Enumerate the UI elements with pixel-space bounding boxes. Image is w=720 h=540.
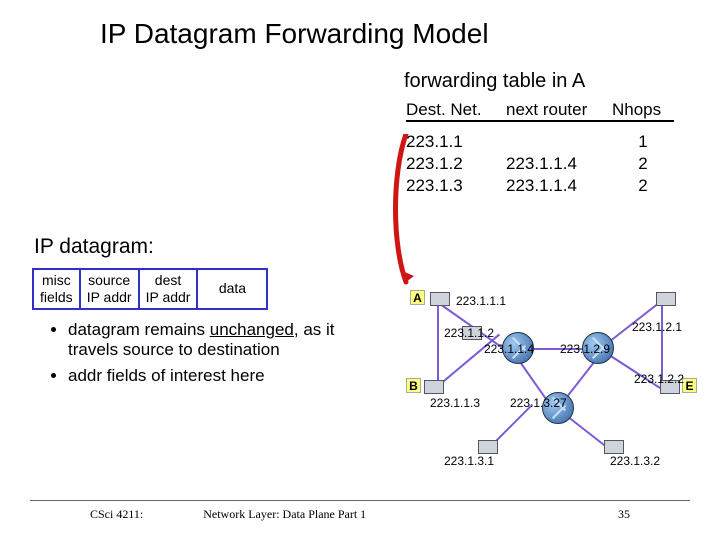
host-icon — [478, 440, 498, 454]
cell-hops: 2 — [612, 176, 674, 196]
dg-dest: dest IP addr — [140, 268, 199, 310]
footer-left: CSci 4211: — [90, 507, 143, 522]
bullet-item: datagram remains unchanged, as it travel… — [68, 320, 380, 360]
ip-label: 223.1.1.2 — [444, 326, 494, 340]
col-dest: Dest. Net. — [406, 100, 506, 120]
ip-label: 223.1.1.4 — [484, 342, 534, 356]
dg-source: source IP addr — [81, 268, 140, 310]
dg-data: data — [198, 268, 268, 310]
dg-text: dest — [146, 272, 191, 289]
dg-text: source — [87, 272, 132, 289]
ip-label: 223.1.2.2 — [634, 372, 684, 386]
table-row: 223.1.1 1 — [406, 132, 674, 152]
bullet-text: datagram remains unchanged, as it travel… — [68, 320, 335, 359]
host-label-e: E — [682, 378, 697, 393]
host-icon — [604, 440, 624, 454]
cell-dest: 223.1.2 — [406, 154, 506, 174]
cell-dest: 223.1.1 — [406, 132, 506, 152]
forwarding-arrow-icon — [388, 134, 414, 294]
footer-mid: Network Layer: Data Plane Part 1 — [203, 507, 366, 522]
forwarding-table-caption: forwarding table in A — [404, 70, 585, 93]
ip-datagram-structure: misc fields source IP addr dest IP addr … — [32, 268, 268, 310]
ip-label: 223.1.2.9 — [560, 342, 610, 356]
col-hops: Nhops — [612, 100, 674, 120]
bullet-item: addr fields of interest here — [68, 366, 380, 386]
ip-label: 223.1.3.27 — [510, 396, 567, 410]
slide-title: IP Datagram Forwarding Model — [100, 18, 489, 50]
cell-next: 223.1.1.4 — [506, 176, 612, 196]
col-next: next router — [506, 100, 612, 120]
ip-label: 223.1.1.1 — [456, 294, 506, 308]
host-label-b: B — [406, 378, 421, 393]
table-row: 223.1.2 223.1.1.4 2 — [406, 154, 674, 174]
dg-text: IP addr — [87, 289, 132, 306]
dg-text: fields — [40, 289, 73, 306]
footer-page: 35 — [618, 507, 630, 522]
host-icon — [656, 292, 676, 306]
host-icon — [424, 380, 444, 394]
footer-divider — [30, 500, 690, 501]
cell-hops: 2 — [612, 154, 674, 174]
bullet-list: datagram remains unchanged, as it travel… — [50, 320, 380, 392]
forwarding-table: Dest. Net. next router Nhops 223.1.1 1 2… — [406, 100, 674, 196]
cell-next: 223.1.1.4 — [506, 154, 612, 174]
dg-text: misc — [40, 272, 73, 289]
ip-datagram-heading: IP datagram: — [34, 235, 154, 259]
ip-label: 223.1.3.2 — [610, 454, 660, 468]
ip-label: 223.1.2.1 — [632, 320, 682, 334]
network-diagram: A B E 223.1.1.1 223.1.1.2 223.1.1.3 223.… — [400, 278, 700, 478]
table-row: 223.1.3 223.1.1.4 2 — [406, 176, 674, 196]
ip-label: 223.1.1.3 — [430, 396, 480, 410]
ip-label: 223.1.3.1 — [444, 454, 494, 468]
dg-text: data — [219, 280, 246, 297]
dg-text: IP addr — [146, 289, 191, 306]
slide-footer: CSci 4211: Network Layer: Data Plane Par… — [0, 500, 720, 522]
dg-misc: misc fields — [32, 268, 81, 310]
host-icon — [430, 292, 450, 306]
table-header-row: Dest. Net. next router Nhops — [406, 100, 674, 122]
host-label-a: A — [410, 290, 425, 305]
cell-dest: 223.1.3 — [406, 176, 506, 196]
cell-hops: 1 — [612, 132, 674, 152]
cell-next — [506, 132, 612, 152]
